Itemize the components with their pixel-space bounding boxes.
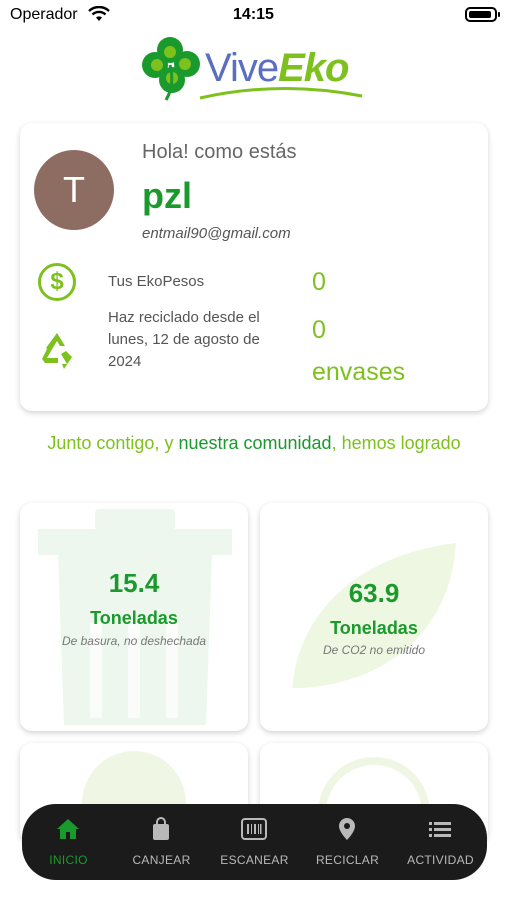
user-name: pzl [142, 175, 192, 216]
co2-stat-value: 63.9 [348, 578, 400, 608]
waste-stat-card[interactable]: 15.4 Toneladas De basura, no deshechada [20, 503, 248, 731]
recycled-count-unit: envases [312, 358, 406, 386]
ekopesos-value: 0 [312, 268, 326, 296]
nav-label: ESCANEAR [220, 853, 289, 867]
nav-label: RECICLAR [315, 853, 380, 867]
nav-item-actividad[interactable]: ACTIVIDAD [394, 804, 487, 880]
avatar[interactable]: T [34, 150, 114, 230]
recycle-icon [42, 333, 72, 369]
community-message: Junto contigo, y nuestra comunidad, hemo… [47, 433, 461, 453]
greeting-text: Hola! como estás [142, 141, 297, 163]
nav-label: CANJEAR [132, 853, 191, 867]
waste-stat-value: 15.4 [108, 568, 160, 598]
co2-stat-unit: Toneladas [330, 618, 418, 638]
list-icon [429, 822, 451, 837]
user-email: entmail90@gmail.com [142, 225, 291, 242]
nav-label: ACTIVIDAD [407, 853, 474, 867]
home-icon [57, 819, 79, 839]
bag-icon [153, 817, 169, 840]
battery-icon [465, 7, 500, 22]
profile-card: T Hola! como estás pzl entmail90@gmail.c… [20, 123, 488, 411]
dollar-coin-icon: $ [38, 263, 76, 301]
nav-item-escanear[interactable]: ESCANEAR [208, 804, 301, 880]
co2-stat-card[interactable]: 63.9 Toneladas De CO2 no emitido [260, 503, 488, 731]
bottom-navigation: INICIO CANJEAR ESCANEAR RECICLAR ACTIVID… [22, 804, 487, 880]
co2-stat-description: De CO2 no emitido [322, 643, 426, 657]
location-pin-icon [339, 818, 355, 840]
recycled-since-label: Haz reciclado desde el lunes, 12 de agost… [108, 309, 260, 370]
nav-item-reciclar[interactable]: RECICLAR [301, 804, 394, 880]
ekopesos-label: Tus EkoPesos [108, 273, 205, 290]
recycled-count-value: 0 [312, 316, 326, 344]
nav-item-canjear[interactable]: CANJEAR [115, 804, 208, 880]
nav-label: INICIO [49, 853, 88, 867]
status-bar: Operador 14:15 [0, 0, 507, 32]
waste-stat-description: De basura, no deshechada [61, 634, 207, 648]
clock: 14:15 [233, 6, 274, 23]
logo-wordmark: ViveEko [205, 46, 349, 90]
waste-stat-unit: Toneladas [90, 608, 178, 628]
app-logo: ViveEko [140, 30, 370, 110]
nav-item-inicio[interactable]: INICIO [22, 804, 115, 880]
barcode-icon [241, 818, 267, 840]
leaf-icon [292, 543, 456, 688]
